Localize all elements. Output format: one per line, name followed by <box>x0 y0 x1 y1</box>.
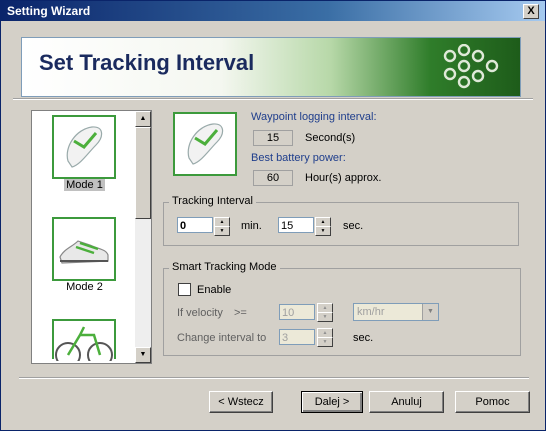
battery-power-value: 60 <box>253 170 293 186</box>
header-divider <box>13 98 533 100</box>
change-interval-input[interactable]: 3 <box>279 329 315 345</box>
minutes-down-icon[interactable]: ▼ <box>214 226 230 236</box>
velocity-stepper[interactable]: ▲ ▼ <box>317 303 333 322</box>
enable-checkbox[interactable] <box>178 283 191 296</box>
cancel-button[interactable]: Anuluj <box>369 391 444 413</box>
battery-power-label: Best battery power: <box>251 152 346 164</box>
scroll-up-icon[interactable]: ▲ <box>135 111 151 127</box>
logo-icon <box>443 44 499 89</box>
velocity-unit-value: km/hr <box>357 306 385 318</box>
velocity-unit-select[interactable]: km/hr ▼ <box>353 303 439 321</box>
window-title: Setting Wizard <box>7 4 91 18</box>
minutes-stepper[interactable]: ▲ ▼ <box>214 217 230 236</box>
seconds-stepper[interactable]: ▲ ▼ <box>315 217 331 236</box>
flip-flop-icon <box>66 126 103 168</box>
change-interval-unit: sec. <box>353 332 374 344</box>
mode-2-item[interactable] <box>52 217 116 281</box>
enable-label: Enable <box>197 284 232 296</box>
close-button[interactable]: X <box>523 4 539 19</box>
velocity-down-icon[interactable]: ▼ <box>317 312 333 322</box>
mode-list-scrollbar[interactable]: ▲ ▼ <box>135 111 151 363</box>
mode-2-label: Mode 2 <box>66 281 103 293</box>
page-title: Set Tracking Interval <box>39 50 255 75</box>
battery-power-unit: Hour(s) approx. <box>305 172 382 184</box>
scroll-thumb[interactable] <box>135 127 151 219</box>
change-interval-label: Change interval to <box>177 332 267 344</box>
mode-3-item[interactable] <box>52 319 116 368</box>
mode-1-label: Mode 1 <box>64 179 105 191</box>
velocity-label: If velocity <box>177 307 223 319</box>
change-down-icon[interactable]: ▼ <box>317 337 333 347</box>
wizard-header: Set Tracking Interval <box>21 37 521 97</box>
mode-1-item[interactable] <box>52 115 116 179</box>
bicycle-icon <box>55 326 113 368</box>
seconds-input[interactable]: 15 <box>278 217 314 233</box>
tracking-interval-legend: Tracking Interval <box>169 195 256 207</box>
back-button[interactable]: < Wstecz <box>209 391 273 413</box>
seconds-down-icon[interactable]: ▼ <box>315 226 331 236</box>
title-bar[interactable]: Setting Wizard X <box>1 1 545 21</box>
minutes-label: min. <box>241 220 262 232</box>
velocity-operator: >= <box>234 307 247 319</box>
logging-interval-label: Waypoint logging interval: <box>251 111 377 123</box>
flip-flop-icon <box>187 123 224 165</box>
footer-divider <box>19 377 529 379</box>
change-interval-stepper[interactable]: ▲ ▼ <box>317 328 333 347</box>
help-button[interactable]: Pomoc <box>455 391 530 413</box>
scroll-down-icon[interactable]: ▼ <box>135 347 151 363</box>
seconds-label: sec. <box>343 220 364 232</box>
minutes-input[interactable]: 0 <box>177 217 213 233</box>
velocity-input[interactable]: 10 <box>279 304 315 320</box>
smart-tracking-legend: Smart Tracking Mode <box>169 261 280 273</box>
sneaker-icon <box>59 240 109 264</box>
next-button[interactable]: Dalej > <box>301 391 363 413</box>
setting-wizard-window: Setting Wizard X Set Tracking Interval M… <box>0 0 546 431</box>
selected-mode-preview <box>173 112 237 176</box>
logging-interval-unit: Second(s) <box>305 132 356 144</box>
chevron-down-icon[interactable]: ▼ <box>422 304 438 320</box>
logging-interval-value: 15 <box>253 130 293 146</box>
mode-list[interactable]: Mode 1 Mode 2 ▲ ▼ <box>31 110 152 368</box>
